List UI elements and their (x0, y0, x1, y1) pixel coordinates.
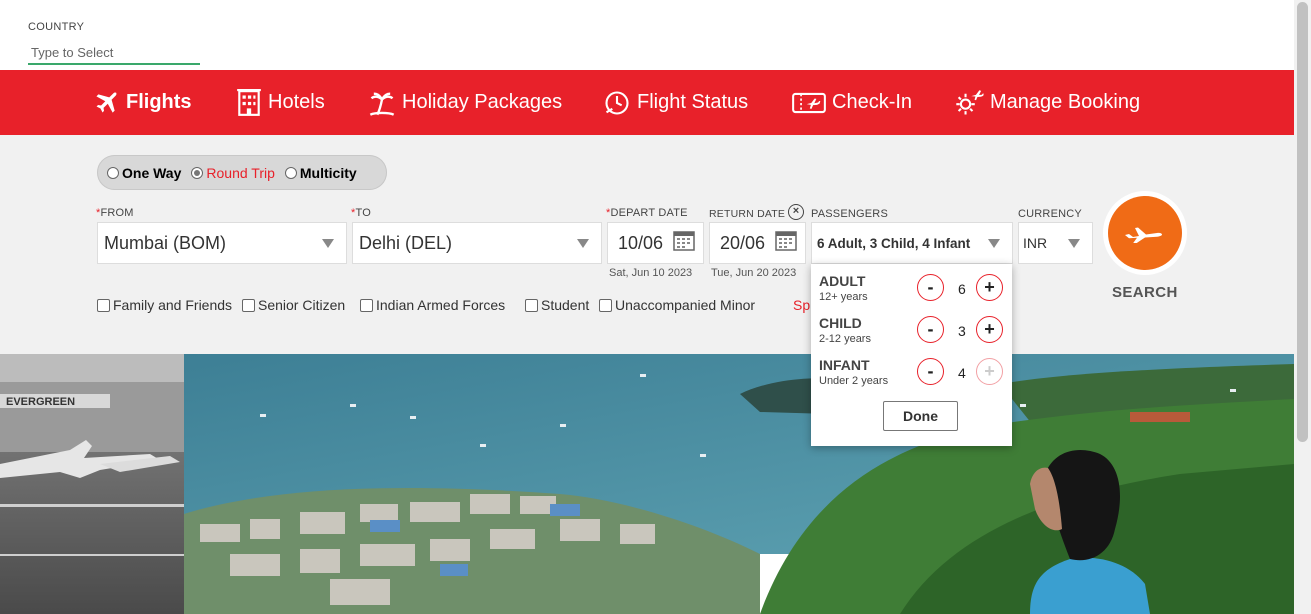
checkbox-armed-forces[interactable]: Indian Armed Forces (360, 297, 505, 313)
passenger-row-adult: ADULT 12+ years - 6 + (819, 273, 1009, 309)
infant-minus-button[interactable]: - (917, 358, 944, 385)
country-label: COUNTRY (28, 21, 85, 33)
scrollbar-thumb[interactable] (1297, 2, 1308, 442)
chevron-down-icon (988, 239, 1000, 248)
currency-select[interactable]: INR (1018, 222, 1093, 264)
hero-image: EVERGREEN (0, 354, 1294, 614)
depart-date-input[interactable]: 10/06 (607, 222, 704, 264)
nav-label: Flight Status (637, 91, 749, 113)
adult-plus-button[interactable]: + (976, 274, 1003, 301)
checkbox-unaccompanied-minor[interactable]: Unaccompanied Minor (599, 297, 755, 313)
from-label: *FROM (96, 207, 134, 219)
calendar-icon (775, 231, 797, 251)
chevron-down-icon (1068, 239, 1080, 248)
return-date-label: RETURN DATE (709, 208, 786, 220)
clear-return-date-icon[interactable]: × (788, 204, 804, 220)
hotel-icon (237, 88, 261, 116)
gear-plane-icon (956, 89, 984, 115)
passengers-label: PASSENGERS (811, 208, 888, 220)
passenger-row-infant: INFANT Under 2 years - 4 + (819, 357, 1009, 393)
nav-holiday-packages[interactable]: Holiday Packages (368, 70, 562, 135)
search-label: SEARCH (1112, 284, 1178, 301)
to-label: *TO (351, 207, 371, 219)
adult-count: 6 (958, 281, 966, 297)
nav-check-in[interactable]: Check-In (792, 70, 912, 135)
nav-label: Holiday Packages (402, 91, 563, 113)
return-date-input[interactable]: 20/06 (709, 222, 806, 264)
infant-count: 4 (958, 365, 966, 381)
to-select[interactable]: Delhi (DEL) (352, 222, 602, 264)
checkbox-student[interactable]: Student (525, 297, 589, 313)
chevron-down-icon (322, 239, 334, 248)
radio-round-trip[interactable]: Round Trip (191, 165, 275, 181)
calendar-icon (673, 231, 695, 251)
ticket-plane-icon (792, 92, 826, 113)
nav-flight-status[interactable]: Flight Status (603, 70, 748, 135)
nav-label: Check-In (832, 91, 913, 113)
child-minus-button[interactable]: - (917, 316, 944, 343)
from-select[interactable]: Mumbai (BOM) (97, 222, 347, 264)
radio-multicity[interactable]: Multicity (284, 165, 357, 181)
search-button[interactable] (1103, 191, 1187, 275)
nav-label: Flights (126, 91, 192, 113)
nav-hotels[interactable]: Hotels (236, 70, 325, 135)
passengers-dropdown: ADULT 12+ years - 6 + CHILD 2-12 years -… (811, 264, 1012, 446)
main-nav: Flights Hotels Holiday Packages Flight S… (0, 70, 1294, 135)
child-count: 3 (958, 323, 966, 339)
page-scrollbar[interactable] (1294, 0, 1311, 614)
clock-plane-icon (605, 90, 629, 115)
radio-one-way[interactable]: One Way (107, 165, 181, 181)
nav-manage-booking[interactable]: Manage Booking (954, 70, 1140, 135)
trip-type-toggle: One Way Round Trip Multicity (97, 155, 387, 190)
child-plus-button[interactable]: + (976, 316, 1003, 343)
page: COUNTRY Flights Hotels Holiday Packages … (0, 0, 1311, 614)
infant-plus-button[interactable]: + (976, 358, 1003, 385)
country-input[interactable] (28, 41, 200, 65)
adult-minus-button[interactable]: - (917, 274, 944, 301)
nav-label: Manage Booking (990, 91, 1141, 113)
plane-icon (96, 92, 117, 113)
currency-label: CURRENCY (1018, 208, 1082, 220)
passengers-select[interactable]: 6 Adult, 3 Child, 4 Infant (811, 222, 1013, 264)
plane-icon (1125, 227, 1162, 243)
chevron-down-icon (577, 239, 589, 248)
depart-date-label: *DEPART DATE (606, 207, 688, 219)
hangar-sign-text: EVERGREEN (6, 396, 75, 408)
checkbox-family-friends[interactable]: Family and Friends (97, 297, 232, 313)
passenger-row-child: CHILD 2-12 years - 3 + (819, 315, 1009, 351)
return-date-sub: Tue, Jun 20 2023 (711, 267, 797, 279)
palm-tree-icon (369, 92, 395, 116)
done-button[interactable]: Done (883, 401, 958, 431)
special-fare-link[interactable]: Sp (793, 297, 810, 313)
nav-flights[interactable]: Flights (92, 70, 192, 135)
nav-label: Hotels (268, 91, 325, 113)
depart-date-sub: Sat, Jun 10 2023 (609, 267, 693, 279)
checkbox-senior-citizen[interactable]: Senior Citizen (242, 297, 345, 313)
